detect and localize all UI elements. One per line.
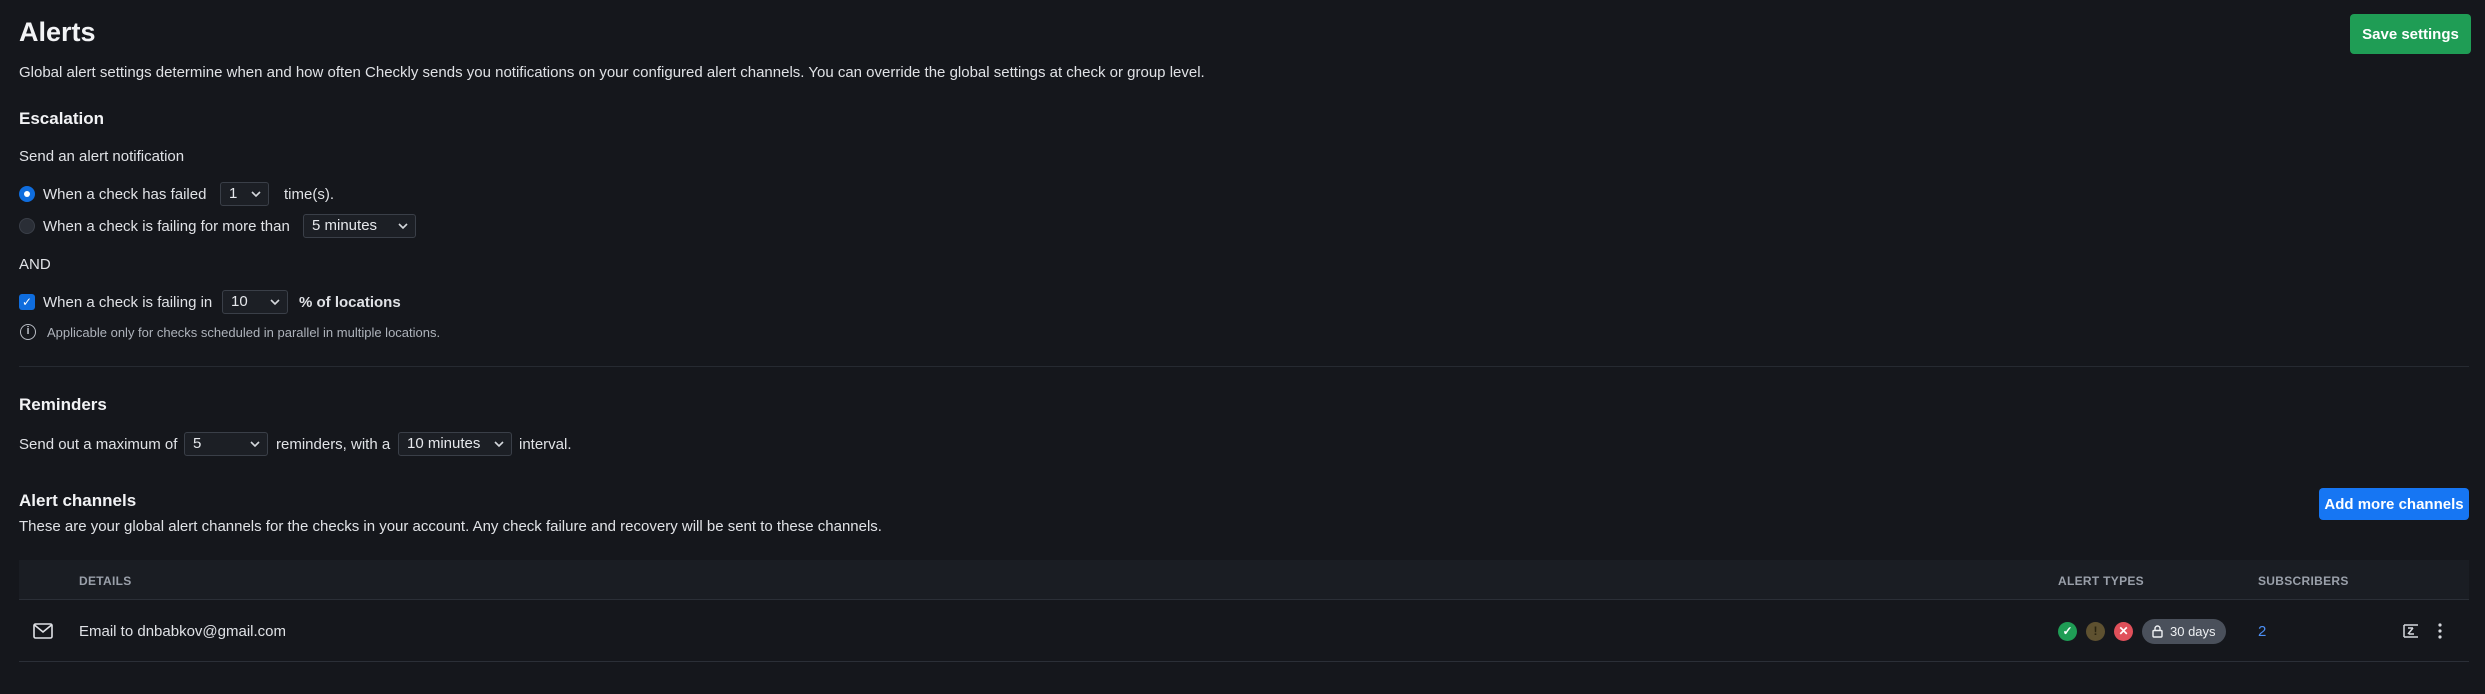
- chevron-down-icon: [251, 191, 261, 198]
- info-icon: i: [20, 324, 36, 340]
- column-details: DETAILS: [79, 574, 132, 588]
- lock-icon: [2152, 625, 2163, 638]
- failing-duration-value: 5 minutes: [312, 217, 378, 234]
- reminders-heading: Reminders: [19, 395, 107, 414]
- retention-label: 30 days: [2170, 624, 2216, 639]
- reminders-interval-value: 10 minutes: [407, 435, 481, 452]
- page-description: Global alert settings determine when and…: [19, 64, 1205, 81]
- failed-times-select[interactable]: 1: [220, 182, 269, 206]
- more-options-icon[interactable]: [2437, 622, 2443, 640]
- reminders-interval-select[interactable]: 10 minutes: [398, 432, 512, 456]
- retention-badge: 30 days: [2142, 619, 2226, 644]
- alert-channels-heading: Alert channels: [19, 491, 137, 510]
- failed-times-value: 1: [229, 185, 238, 202]
- chevron-down-icon: [250, 441, 260, 448]
- reminders-prefix: Send out a maximum of: [19, 436, 178, 453]
- add-channels-button[interactable]: Add more channels: [2319, 488, 2469, 520]
- failure-alert-icon: ✕: [2114, 622, 2133, 641]
- channels-table-header: DETAILS ALERT TYPES SUBSCRIBERS: [19, 560, 2469, 600]
- and-label: AND: [19, 256, 51, 273]
- locations-percent-select[interactable]: 10: [222, 290, 288, 314]
- locations-label: When a check is failing in: [43, 294, 213, 311]
- table-row[interactable]: Email to dnbabkov@gmail.com ✓ ! ✕ 30 day…: [19, 600, 2469, 662]
- alerts-page: Alerts Save settings Global alert settin…: [19, 0, 2471, 694]
- locations-suffix: % of locations: [299, 294, 401, 311]
- alert-channels-description: These are your global alert channels for…: [19, 518, 882, 535]
- chevron-down-icon: [398, 223, 408, 230]
- reminders-middle: reminders, with a: [276, 436, 391, 453]
- reminders-count-value: 5: [193, 435, 202, 452]
- reminders-count-select[interactable]: 5: [184, 432, 268, 456]
- column-subscribers: SUBSCRIBERS: [2258, 574, 2349, 588]
- section-divider: [19, 366, 2469, 367]
- escalation-heading: Escalation: [19, 109, 105, 128]
- failed-times-suffix: time(s).: [284, 186, 334, 203]
- subscribers-count-link[interactable]: 2: [2258, 623, 2266, 640]
- failing-duration-select[interactable]: 5 minutes: [303, 214, 416, 238]
- recovery-alert-icon: ✓: [2058, 622, 2077, 641]
- check-failed-label: When a check has failed: [43, 186, 207, 203]
- mail-icon: [33, 623, 53, 639]
- radio-check-failing-for[interactable]: [19, 218, 35, 234]
- escalation-intro: Send an alert notification: [19, 148, 185, 165]
- column-alert-types: ALERT TYPES: [2058, 574, 2144, 588]
- locations-percent-value: 10: [231, 293, 248, 310]
- radio-check-failed[interactable]: [19, 186, 35, 202]
- chevron-down-icon: [494, 441, 504, 448]
- page-title: Alerts: [19, 17, 96, 47]
- check-failing-for-label: When a check is failing for more than: [43, 218, 290, 235]
- save-settings-button[interactable]: Save settings: [2350, 14, 2471, 54]
- subscribers-edit-icon[interactable]: [2402, 622, 2420, 640]
- locations-note: Applicable only for checks scheduled in …: [47, 325, 441, 340]
- chevron-down-icon: [270, 299, 280, 306]
- reminders-suffix: interval.: [519, 436, 572, 453]
- channel-details: Email to dnbabkov@gmail.com: [79, 623, 286, 640]
- degraded-alert-icon: !: [2086, 622, 2105, 641]
- locations-checkbox[interactable]: ✓: [19, 294, 35, 310]
